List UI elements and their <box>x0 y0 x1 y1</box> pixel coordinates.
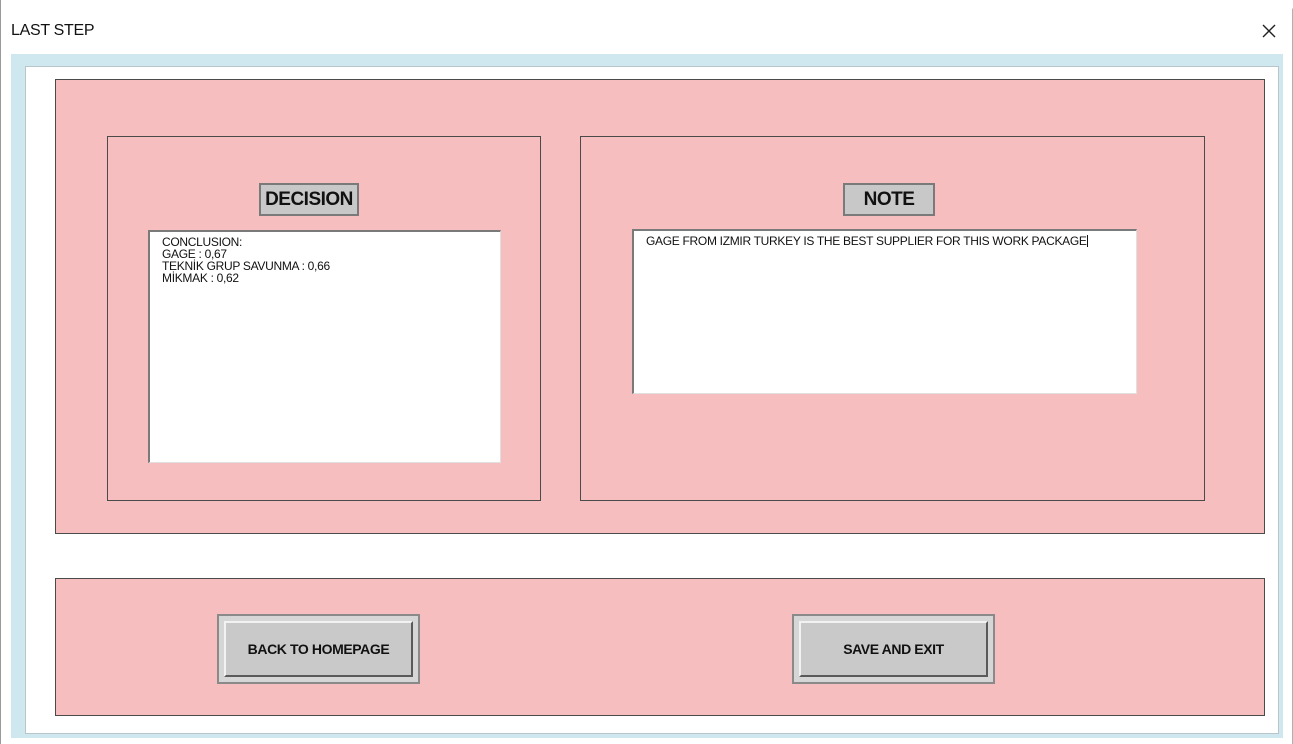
note-textbox[interactable]: GAGE FROM IZMIR TURKEY IS THE BEST SUPPL… <box>632 229 1137 394</box>
back-to-homepage-label: BACK TO HOMEPAGE <box>224 621 413 677</box>
close-button[interactable] <box>1252 14 1286 48</box>
note-text: GAGE FROM IZMIR TURKEY IS THE BEST SUPPL… <box>646 234 1087 248</box>
decision-label: DECISION <box>259 183 359 216</box>
window-title: LAST STEP <box>11 22 95 39</box>
last-step-dialog: LAST STEP DECISION CONCLUSION: GAGE : 0,… <box>0 0 1293 744</box>
save-and-exit-label: SAVE AND EXIT <box>799 621 988 677</box>
back-to-homepage-button[interactable]: BACK TO HOMEPAGE <box>217 614 420 684</box>
note-label: NOTE <box>843 183 935 216</box>
close-icon <box>1262 24 1276 38</box>
text-caret <box>1086 235 1088 247</box>
save-and-exit-button[interactable]: SAVE AND EXIT <box>792 614 995 684</box>
decision-textbox[interactable]: CONCLUSION: GAGE : 0,67 TEKNİK GRUP SAVU… <box>148 230 501 463</box>
title-bar[interactable]: LAST STEP <box>1 8 1292 54</box>
